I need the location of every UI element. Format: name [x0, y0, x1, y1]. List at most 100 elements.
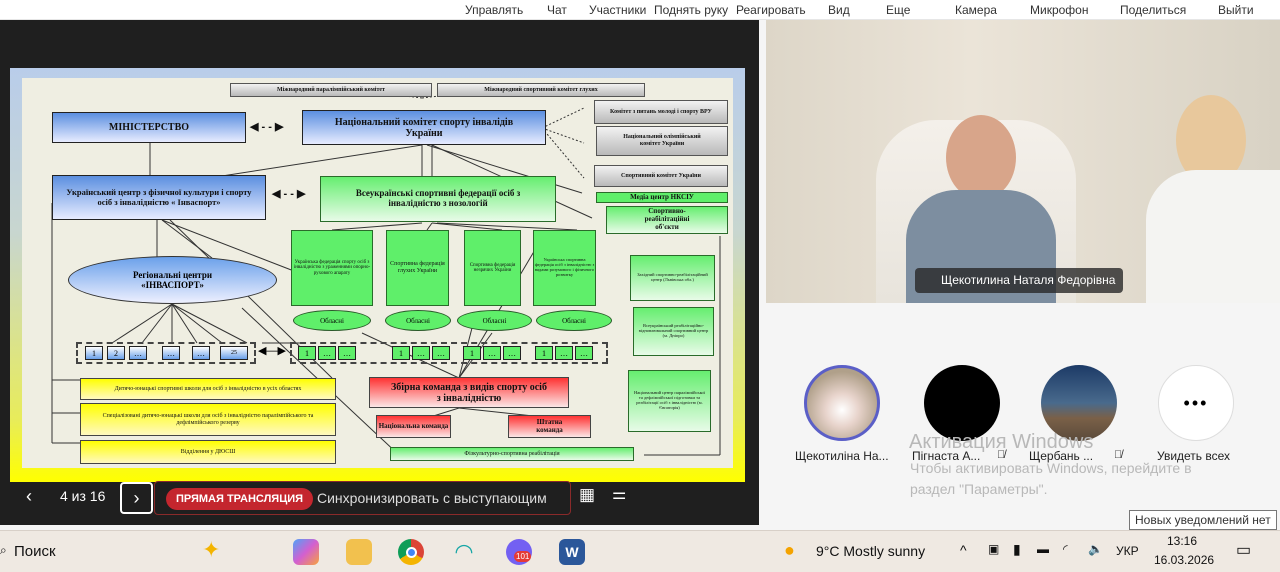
- notification-icon[interactable]: ▭: [1236, 540, 1251, 560]
- box-evpatoria-centre: Національний центр паралімпійської та де…: [628, 370, 711, 432]
- mic-button[interactable]: Микрофон: [1030, 3, 1088, 17]
- settings-sliders-icon[interactable]: ⚌: [612, 484, 626, 504]
- person-face: [946, 115, 1016, 200]
- slide: Міжнародний паралімпійський комітет Міжн…: [10, 68, 745, 482]
- participant-avatar[interactable]: [804, 365, 880, 441]
- taskbar: ⌕ Поиск ✦ ◠ 101 W ● 9°C Mostly sunny ^ ▣…: [0, 530, 1280, 572]
- more-button[interactable]: Еще: [886, 3, 910, 17]
- oblast-box: …: [412, 346, 430, 360]
- manage-button[interactable]: Управлять: [465, 3, 523, 17]
- ellipse-oblasni: Обласні: [457, 310, 532, 331]
- ellipse-oblasni: Обласні: [536, 310, 612, 331]
- box-invasport-centre: Український центр з фізичної культури і …: [52, 175, 266, 220]
- box-ministry: МІНІСТЕРСТВО: [52, 112, 246, 143]
- region-box: …: [129, 346, 147, 360]
- sparkle-icon[interactable]: ✦: [202, 537, 220, 563]
- activation-text: Чтобы активировать Windows, перейдите в …: [910, 460, 1192, 497]
- participant-avatar[interactable]: [924, 365, 1000, 441]
- box-intl-deaf: Міжнародний спортивний комітет глухих: [437, 83, 645, 97]
- box-federation-musculoskeletal: Українська федерація спорту осіб з інвал…: [291, 230, 373, 306]
- see-all-icon[interactable]: •••: [1158, 365, 1234, 441]
- camera-button[interactable]: Камера: [955, 3, 997, 17]
- speaker-name-label: Щекотилина Наталя Федорівна: [915, 268, 1124, 293]
- person-body: [1146, 170, 1280, 303]
- region-box: 1: [85, 346, 103, 360]
- region-box: 25: [220, 346, 248, 360]
- box-national-team: Збірна команда з видів спорту осіб з інв…: [369, 377, 569, 408]
- weather-icon[interactable]: ●: [784, 540, 795, 561]
- org-chart: Міжнародний паралімпійський комітет Міжн…: [22, 78, 733, 468]
- chevron-up-icon[interactable]: ^: [960, 542, 967, 558]
- dashed-arrow: ◀ - - ▶: [250, 121, 284, 133]
- clock-date[interactable]: 16.03.2026: [1154, 553, 1214, 567]
- box-youth-committee: Комітет з питань молоді і спорту ВРУ: [594, 100, 728, 124]
- oblast-box: …: [338, 346, 356, 360]
- oblast-box: …: [555, 346, 573, 360]
- box-federations: Всеукраїнські спортивні федерації осіб з…: [320, 176, 556, 222]
- grid-view-icon[interactable]: ▦: [579, 485, 595, 505]
- box-rehab-objects: Спортивно-реабілітаційні об'єкти: [606, 206, 728, 234]
- region-box: 2: [107, 346, 125, 360]
- box-media-centre: Медіа центр НКСІУ: [596, 192, 728, 203]
- oblast-box: …: [575, 346, 593, 360]
- meeting-toolbar: Управлять Чат Участники Поднять руку Реа…: [0, 0, 1280, 20]
- speaker-video: Щекотилина Наталя Федорівна: [766, 20, 1280, 303]
- sync-with-presenter-button[interactable]: Синхронизировать с выступающим: [317, 490, 547, 506]
- weather-text[interactable]: 9°C Mostly sunny: [816, 543, 925, 559]
- volume-icon[interactable]: 🔈: [1088, 542, 1103, 556]
- language-indicator[interactable]: УКР: [1116, 544, 1139, 558]
- word-icon[interactable]: W: [559, 539, 585, 565]
- chrome-icon[interactable]: [398, 539, 424, 565]
- search-icon: ⌕: [0, 543, 7, 557]
- box-special-schools: Спеціалізовані дитячо-юнацькі школи для …: [80, 403, 336, 436]
- box-west-centre: Західний спортивно-реабілітаційний центр…: [630, 255, 715, 301]
- box-dyussh: Відділення у ДЮСШ: [80, 440, 336, 464]
- oblast-box: …: [483, 346, 501, 360]
- clock-time[interactable]: 13:16: [1167, 534, 1197, 548]
- camera-icon[interactable]: ▣: [988, 542, 999, 556]
- file-explorer-icon[interactable]: [346, 539, 372, 565]
- box-staff-squad: Штатна команда: [508, 415, 591, 438]
- leave-button[interactable]: Выйти: [1218, 3, 1254, 17]
- box-national-committee: Національний комітет спорту інвалідів Ук…: [302, 110, 546, 145]
- box-national-squad: Національна команда: [376, 415, 451, 438]
- participants-button[interactable]: Участники: [589, 3, 646, 17]
- oblast-box: 1: [392, 346, 410, 360]
- oblast-box: …: [318, 346, 336, 360]
- chat-button[interactable]: Чат: [547, 3, 567, 17]
- react-button[interactable]: Реагировать: [736, 3, 806, 17]
- box-federation-deaf: Спортивна федерація глухих України: [386, 230, 449, 306]
- oblast-box: …: [503, 346, 521, 360]
- ellipse-oblasni: Обласні: [385, 310, 451, 331]
- box-intl-paralympic: Міжнародний паралімпійський комітет: [230, 83, 432, 97]
- box-sport-committee: Спортивний комітет України: [594, 165, 728, 187]
- page-indicator: 4 из 16: [60, 488, 106, 504]
- prev-slide-button[interactable]: ‹: [26, 486, 32, 507]
- ellipse-oblasni: Обласні: [293, 310, 371, 331]
- app-icon[interactable]: ◠: [451, 539, 477, 565]
- box-federation-intellectual: Українська спортивна федерація осіб з ін…: [533, 230, 596, 306]
- search-box[interactable]: Поиск: [14, 543, 56, 560]
- battery-icon[interactable]: ▬: [1037, 542, 1049, 556]
- microphone-icon[interactable]: ▮: [1013, 541, 1021, 558]
- box-rehabilitation: Фізкультурно-спортивна реабілітація: [390, 447, 634, 461]
- ellipse-regional-centres: Регіональні центри «ІНВАСПОРТ»: [68, 256, 277, 304]
- copilot-icon[interactable]: [293, 539, 319, 565]
- oblast-box: …: [432, 346, 450, 360]
- region-box: …: [162, 346, 180, 360]
- live-badge: ПРЯМАЯ ТРАНСЛЯЦИЯ: [166, 488, 314, 510]
- raise-hand-button[interactable]: Поднять руку: [654, 3, 728, 17]
- share-button[interactable]: Поделиться: [1120, 3, 1186, 17]
- participant-avatar[interactable]: [1041, 365, 1117, 441]
- double-arrow: ◀—▶: [258, 345, 286, 357]
- box-olympic-committee: Національний олімпійський комітет Україн…: [596, 126, 728, 156]
- wifi-icon[interactable]: ◜: [1063, 542, 1068, 556]
- oblast-box: 1: [463, 346, 481, 360]
- participant-name: Щекотиліна На...: [795, 449, 889, 463]
- next-slide-button[interactable]: ›: [120, 482, 153, 514]
- box-sport-schools: Дитячо-юнацькі спортивні школи для осіб …: [80, 378, 336, 400]
- viber-icon[interactable]: 101: [506, 539, 532, 565]
- live-sync-bar: ПРЯМАЯ ТРАНСЛЯЦИЯ Синхронизировать с выс…: [154, 481, 571, 515]
- view-button[interactable]: Вид: [828, 3, 850, 17]
- dashed-arrow: ◀ - - ▶: [272, 188, 306, 200]
